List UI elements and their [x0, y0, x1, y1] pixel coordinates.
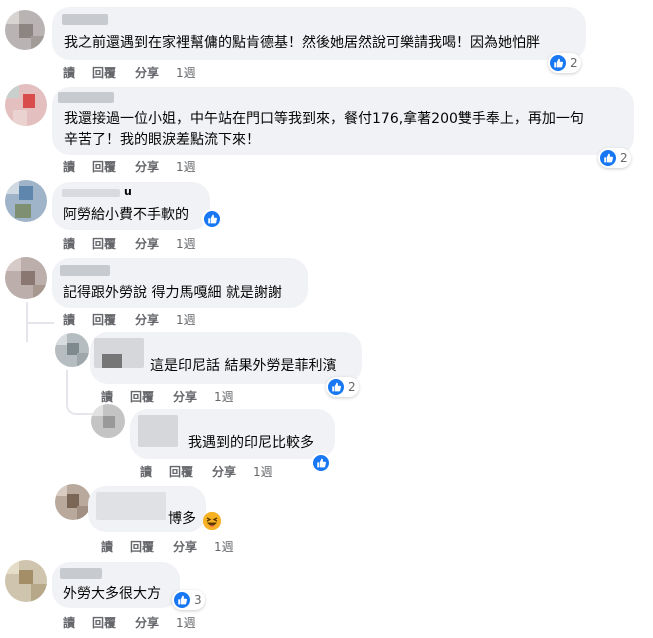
commenter-name-blurred[interactable]	[62, 189, 120, 197]
avatar[interactable]	[55, 333, 89, 367]
reply-button[interactable]: 回覆	[92, 615, 116, 631]
reaction-count[interactable]: 3	[172, 590, 205, 610]
share-button[interactable]: 分享	[173, 539, 197, 555]
like-icon	[328, 379, 344, 395]
reply-button[interactable]: 回覆	[92, 312, 116, 328]
avatar[interactable]	[55, 484, 91, 520]
comment-text: 外勞大多很大方	[63, 586, 161, 602]
timestamp[interactable]: 1週	[214, 389, 234, 405]
share-button[interactable]: 分享	[135, 615, 159, 631]
like-icon	[204, 211, 220, 227]
timestamp[interactable]: 1週	[176, 159, 196, 175]
reply-button[interactable]: 回覆	[92, 236, 116, 252]
read-button[interactable]: 讀	[140, 464, 152, 480]
read-button[interactable]: 讀	[63, 312, 75, 328]
comment-text-line-2: 辛苦了！我的眼淚差點流下來！	[64, 132, 260, 148]
commenter-name-blurred[interactable]	[138, 415, 178, 447]
comment-text: 這是印尼話 結果外勞是菲利濱	[150, 358, 337, 374]
comment-text: 我遇到的印尼比較多	[188, 435, 314, 451]
avatar[interactable]	[5, 257, 47, 299]
share-button[interactable]: 分享	[135, 312, 159, 328]
reply-button[interactable]: 回覆	[130, 389, 154, 405]
commenter-name-blurred[interactable]	[60, 568, 102, 579]
commenter-name-blurred[interactable]	[96, 492, 166, 520]
comment-text-line-1: 我還接過一位小姐，中午站在門口等我到來，餐付176,拿著200雙手奉上，再加一句	[64, 111, 584, 127]
avatar[interactable]	[5, 180, 47, 222]
commenter-name-blurred[interactable]	[58, 92, 114, 103]
read-button[interactable]: 讀	[63, 159, 75, 175]
reaction-count[interactable]	[313, 453, 329, 472]
timestamp[interactable]: 1週	[176, 615, 196, 631]
haha-icon	[203, 512, 221, 530]
timestamp[interactable]: 1週	[176, 312, 196, 328]
reply-bubble: 這是印尼話 結果外勞是菲利濱	[90, 332, 362, 384]
comment-text: 阿勞給小費不手軟的	[63, 207, 189, 223]
comment-text: 我之前還遇到在家裡幫傭的點肯德基！然後她居然說可樂請我喝！因為她怕胖	[64, 35, 540, 51]
reply-button[interactable]: 回覆	[169, 464, 193, 480]
like-icon	[600, 150, 616, 166]
reply-button[interactable]: 回覆	[92, 159, 116, 175]
comment-text: 記得跟外勞說 得力馬嘎細 就是謝謝	[63, 285, 282, 301]
reaction-count[interactable]: 2	[548, 53, 581, 73]
comment-bubble: 外勞大多很大方	[52, 562, 180, 608]
avatar[interactable]	[5, 560, 47, 602]
thread-connector	[66, 395, 92, 415]
read-button[interactable]: 讀	[63, 615, 75, 631]
comment-bubble: 我還接過一位小姐，中午站在門口等我到來，餐付176,拿著200雙手奉上，再加一句…	[52, 87, 634, 155]
avatar[interactable]	[5, 10, 45, 50]
reply-bubble: 博多	[88, 486, 206, 532]
comment-bubble: u 阿勞給小費不手軟的	[52, 182, 210, 230]
reaction-count[interactable]	[204, 209, 220, 228]
share-button[interactable]: 分享	[135, 65, 159, 81]
commenter-name-blurred[interactable]	[62, 14, 108, 25]
read-button[interactable]: 讀	[101, 389, 113, 405]
like-icon	[550, 55, 566, 71]
reaction-count[interactable]	[203, 512, 221, 530]
reaction-count[interactable]: 2	[326, 377, 359, 397]
avatar[interactable]	[5, 84, 47, 126]
share-button[interactable]: 分享	[135, 159, 159, 175]
read-button[interactable]: 讀	[63, 65, 75, 81]
reply-bubble: 我遇到的印尼比較多	[130, 409, 335, 459]
like-icon	[313, 455, 329, 471]
commenter-name-blurred[interactable]	[60, 265, 110, 276]
timestamp[interactable]: 1週	[214, 539, 234, 555]
timestamp[interactable]: 1週	[176, 236, 196, 252]
comment-bubble: 我之前還遇到在家裡幫傭的點肯德基！然後她居然說可樂請我喝！因為她怕胖	[52, 7, 586, 60]
commenter-name-partial[interactable]: u	[124, 185, 132, 198]
blurred-tag	[102, 354, 122, 368]
share-button[interactable]: 分享	[173, 389, 197, 405]
read-button[interactable]: 讀	[63, 236, 75, 252]
read-button[interactable]: 讀	[101, 539, 113, 555]
reply-button[interactable]: 回覆	[130, 539, 154, 555]
share-button[interactable]: 分享	[212, 464, 236, 480]
thread-connector	[26, 322, 54, 344]
timestamp[interactable]: 1週	[176, 65, 196, 81]
share-button[interactable]: 分享	[135, 236, 159, 252]
comment-bubble: 記得跟外勞說 得力馬嘎細 就是謝謝	[52, 258, 308, 308]
comment-text: 博多	[168, 511, 196, 527]
like-icon	[174, 592, 190, 608]
timestamp[interactable]: 1週	[253, 464, 273, 480]
avatar[interactable]	[91, 404, 125, 438]
reply-button[interactable]: 回覆	[92, 65, 116, 81]
reaction-count[interactable]: 2	[598, 148, 631, 168]
